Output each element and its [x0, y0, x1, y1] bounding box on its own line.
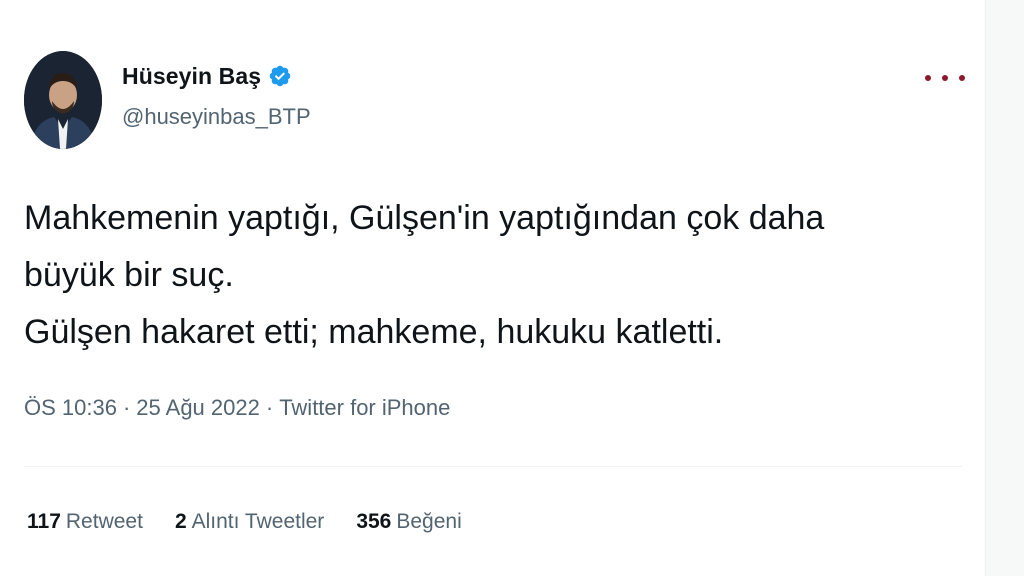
author-name-row: Hüseyin Baş	[122, 61, 292, 91]
author-avatar[interactable]	[24, 51, 102, 149]
more-dot	[925, 75, 931, 81]
meta-separator: ·	[265, 395, 274, 420]
quote-label: Alıntı Tweetler	[191, 510, 325, 533]
quote-stat[interactable]: 2 Alıntı Tweetler	[175, 510, 324, 534]
more-options-icon[interactable]	[925, 69, 965, 87]
retweet-stat[interactable]: 117 Retweet	[27, 510, 143, 534]
meta-separator: ·	[122, 395, 131, 420]
tweet-source[interactable]: Twitter for iPhone	[279, 395, 450, 420]
more-dot	[942, 75, 948, 81]
like-stat[interactable]: 356 Beğeni	[356, 510, 461, 534]
author-handle[interactable]: @huseyinbas_BTP	[122, 104, 311, 130]
retweet-count: 117	[27, 510, 61, 533]
like-label: Beğeni	[396, 510, 462, 533]
divider	[24, 466, 962, 467]
tweet-time[interactable]: ÖS 10:36	[24, 395, 117, 420]
like-count: 356	[356, 510, 392, 533]
more-dot	[959, 75, 965, 81]
tweet-line: Gülşen hakaret etti; mahkeme, hukuku kat…	[24, 313, 724, 351]
scrollbar-track[interactable]	[985, 0, 1024, 576]
tweet-date[interactable]: 25 Ağu 2022	[136, 395, 260, 420]
tweet-stats: 117 Retweet 2 Alıntı Tweetler 356 Beğeni	[27, 510, 494, 534]
tweet-text: Mahkemenin yaptığı, Gülşen'in yaptığında…	[24, 190, 964, 361]
tweet-line: Mahkemenin yaptığı, Gülşen'in yaptığında…	[24, 199, 825, 237]
avatar-image	[24, 51, 102, 149]
tweet-line: büyük bir suç.	[24, 256, 234, 294]
quote-count: 2	[174, 510, 187, 533]
retweet-label: Retweet	[65, 510, 143, 533]
tweet-screenshot: Hüseyin Baş @huseyinbas_BTP Mahkemenin y…	[0, 0, 1024, 576]
author-name[interactable]: Hüseyin Baş	[122, 63, 261, 90]
verified-badge-icon	[268, 64, 292, 88]
tweet-meta: ÖS 10:36 · 25 Ağu 2022 · Twitter for iPhone	[24, 395, 450, 421]
